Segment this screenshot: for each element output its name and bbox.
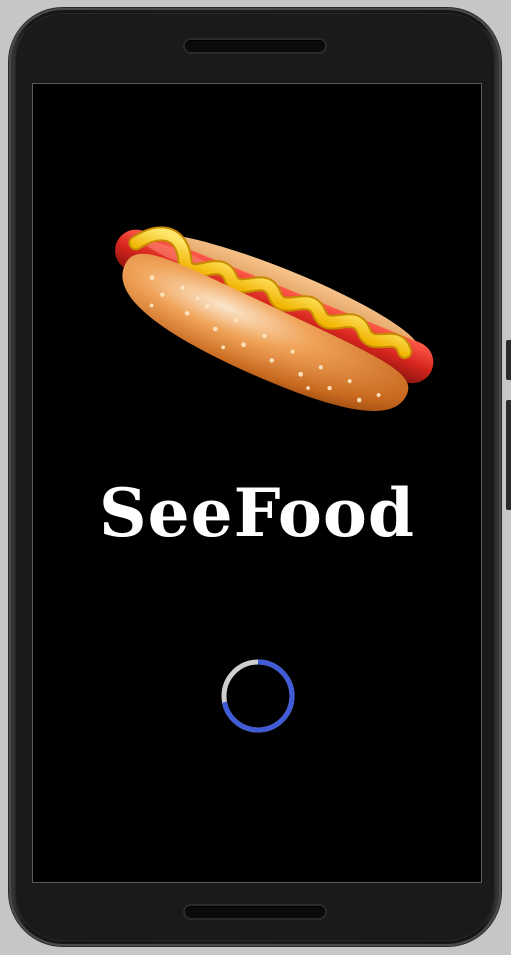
bottom-speaker: [185, 906, 325, 918]
power-button: [506, 400, 511, 510]
earpiece-speaker: [185, 40, 325, 52]
app-title: SeeFood: [98, 474, 416, 552]
volume-button: [506, 340, 511, 380]
hotdog-icon: [115, 226, 434, 411]
loading-spinner: [221, 659, 295, 733]
splash-screen: SeeFood: [32, 83, 482, 883]
